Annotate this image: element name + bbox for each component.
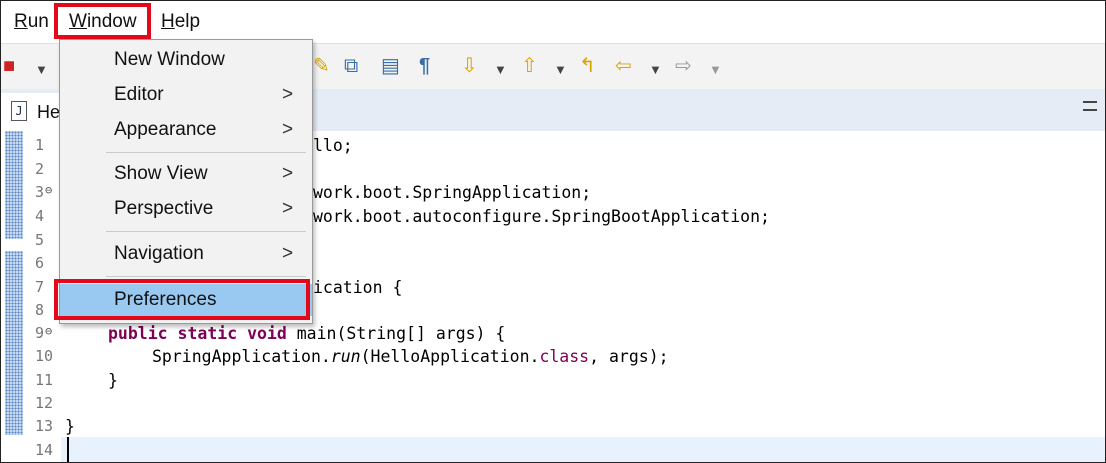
line-number: 11 bbox=[35, 371, 54, 389]
menu-run-mnemonic: R bbox=[14, 11, 28, 32]
forward-dropdown-icon[interactable]: ▼ bbox=[709, 58, 722, 82]
call-args: (HelloApplication. bbox=[360, 347, 540, 366]
line-number: 4 bbox=[35, 207, 45, 225]
menu-separator bbox=[106, 152, 306, 153]
code-line-3: work.boot.SpringApplication; bbox=[313, 183, 592, 202]
java-file-icon: J bbox=[11, 101, 27, 121]
code-line-11: } bbox=[108, 371, 118, 390]
code-line-13: } bbox=[65, 417, 75, 436]
run-dropdown-icon[interactable]: ▼ bbox=[35, 58, 48, 82]
back-icon[interactable]: ⇦ bbox=[615, 54, 632, 78]
fold-icon[interactable]: ⊖ bbox=[45, 183, 52, 197]
preferences-highlight-box bbox=[54, 279, 310, 320]
submenu-arrow-icon: > bbox=[282, 243, 294, 264]
menu-bar: Run Window Help bbox=[1, 1, 1105, 43]
back-dropdown-icon[interactable]: ▼ bbox=[649, 58, 662, 82]
line-number: 3 bbox=[35, 183, 45, 201]
line-number: 2 bbox=[35, 160, 45, 178]
code-line-7: ication { bbox=[313, 278, 403, 297]
line-number: 7 bbox=[35, 278, 45, 296]
menu-item-label: Perspective bbox=[114, 198, 214, 219]
change-bar-top bbox=[5, 131, 23, 239]
submenu-arrow-icon: > bbox=[282, 119, 294, 140]
forward-icon[interactable]: ⇨ bbox=[675, 54, 692, 78]
fold-icon[interactable]: ⊖ bbox=[45, 324, 52, 338]
line-number: 12 bbox=[35, 394, 54, 412]
menu-item-show-view[interactable]: Show View > bbox=[60, 158, 312, 190]
class-keyword: class bbox=[539, 347, 590, 366]
text-caret bbox=[67, 437, 69, 462]
toggle-mark-icon[interactable]: ⧉ bbox=[344, 54, 358, 78]
line-number: 14 bbox=[35, 441, 54, 459]
line-number: 6 bbox=[35, 254, 45, 272]
menu-item-label: Appearance bbox=[114, 119, 217, 140]
menu-help-rest: elp bbox=[174, 11, 201, 32]
show-whitespace-icon[interactable]: ¶ bbox=[419, 54, 430, 78]
current-line-highlight bbox=[61, 437, 1105, 462]
menu-separator bbox=[106, 276, 306, 277]
code-line-4: work.boot.autoconfigure.SpringBootApplic… bbox=[313, 207, 770, 226]
editor-tab[interactable]: J He bbox=[1, 93, 62, 131]
call-end: , args); bbox=[589, 347, 669, 366]
next-annotation-dropdown-icon[interactable]: ▼ bbox=[494, 58, 507, 82]
line-number: 1 bbox=[35, 136, 45, 154]
menu-run-rest: un bbox=[27, 11, 49, 32]
previous-annotation-dropdown-icon[interactable]: ▼ bbox=[554, 58, 567, 82]
line-number: 13 bbox=[35, 417, 54, 435]
editor-tab-label: He bbox=[37, 102, 61, 122]
line-number: 8 bbox=[35, 301, 45, 319]
line-number: 5 bbox=[35, 231, 45, 249]
menu-item-new-window[interactable]: New Window bbox=[60, 44, 312, 76]
highlight-icon[interactable]: ✎ bbox=[313, 54, 330, 78]
menu-item-label: New Window bbox=[114, 49, 225, 70]
run-icon[interactable]: ■ bbox=[3, 54, 15, 78]
previous-annotation-icon[interactable]: ⇧ bbox=[521, 54, 538, 78]
menu-item-appearance[interactable]: Appearance > bbox=[60, 114, 312, 146]
submenu-arrow-icon: > bbox=[282, 84, 294, 105]
class-ref: SpringApplication. bbox=[152, 347, 331, 366]
menu-item-label: Navigation bbox=[114, 243, 204, 264]
menu-item-navigation[interactable]: Navigation > bbox=[60, 238, 312, 270]
menu-help-mnemonic: H bbox=[161, 11, 175, 32]
menu-item-label: Editor bbox=[114, 84, 164, 105]
minimize-icon[interactable] bbox=[1083, 101, 1097, 111]
menu-help[interactable]: Help bbox=[161, 11, 200, 33]
code-line-10: SpringApplication.run(HelloApplication.c… bbox=[152, 347, 669, 366]
line-number: 10 bbox=[35, 347, 54, 365]
menu-separator bbox=[106, 231, 306, 232]
eclipse-window: Run Window Help ■ ▼ ✎ ⧉ ▤ ¶ ⇩ ▼ ⇧ ▼ ↰ ⇦ … bbox=[0, 0, 1106, 463]
submenu-arrow-icon: > bbox=[282, 163, 294, 184]
line-number-gutter: 1 2 3 ⊖ 4 5 6 7 8 9 ⊖ 10 11 12 13 14 bbox=[1, 131, 61, 462]
last-edit-location-icon[interactable]: ↰ bbox=[579, 54, 596, 78]
change-bar-bottom bbox=[5, 251, 23, 435]
menu-run[interactable]: Run bbox=[14, 11, 49, 33]
window-menu-highlight-box bbox=[54, 3, 151, 39]
method-signature: main(String[] args) { bbox=[286, 324, 506, 343]
next-annotation-icon[interactable]: ⇩ bbox=[461, 54, 478, 78]
keywords: public static void bbox=[108, 324, 287, 343]
method-run: run bbox=[330, 347, 361, 366]
menu-item-perspective[interactable]: Perspective > bbox=[60, 193, 312, 225]
block-selection-icon[interactable]: ▤ bbox=[381, 54, 400, 78]
submenu-arrow-icon: > bbox=[282, 198, 294, 219]
code-line-9: public static void main(String[] args) { bbox=[108, 324, 505, 343]
line-number: 9 bbox=[35, 324, 45, 342]
code-line-1: llo; bbox=[313, 136, 353, 155]
menu-item-label: Show View bbox=[114, 163, 208, 184]
menu-item-editor[interactable]: Editor > bbox=[60, 79, 312, 111]
